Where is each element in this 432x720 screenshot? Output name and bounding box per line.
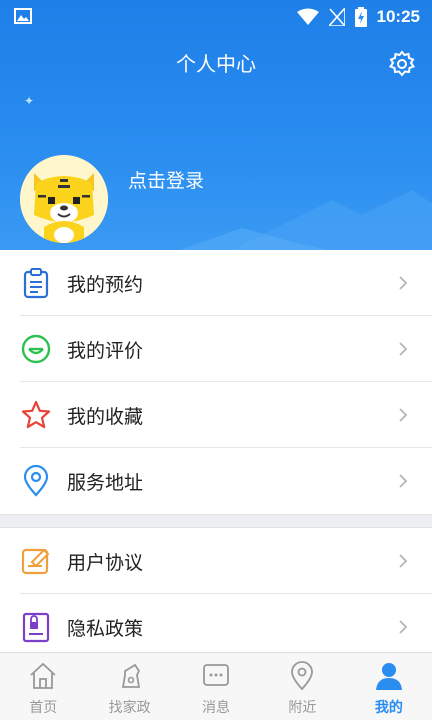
bottom-tab-bar: 首页 找家政 消息 附近 我的: [0, 652, 432, 720]
menu-label: 用户协议: [67, 551, 144, 574]
profile-header: ✦ 10:25 个人中心 点击登录: [0, 0, 432, 250]
tab-label: 找家政: [108, 700, 151, 716]
star-icon: [21, 400, 51, 429]
location-pin-icon: [23, 465, 49, 497]
tab-label: 我的: [374, 700, 403, 716]
message-icon: [203, 664, 229, 686]
agreement-icon: [21, 548, 50, 575]
status-bar: 10:25: [0, 0, 432, 34]
menu-label: 服务地址: [67, 471, 144, 494]
menu-item-favorites[interactable]: 我的收藏: [0, 382, 432, 448]
tab-label: 消息: [202, 700, 231, 716]
no-signal-icon: [328, 8, 345, 26]
menu-item-reviews[interactable]: 我的评价: [0, 316, 432, 382]
chevron-right-icon: [399, 554, 408, 568]
tab-nearby[interactable]: 附近: [259, 653, 345, 720]
menu-label: 我的预约: [67, 273, 144, 296]
avatar[interactable]: [20, 155, 108, 243]
image-notification-icon: [14, 8, 32, 24]
page-title: 个人中心: [176, 52, 256, 76]
tab-home[interactable]: 首页: [0, 653, 86, 720]
battery-charging-icon: [354, 7, 367, 27]
clipboard-icon: [23, 268, 49, 299]
section-gap: [0, 514, 432, 528]
mountain-decoration-2: [180, 228, 328, 250]
tiger-avatar-icon: [20, 155, 108, 243]
menu-item-appointments[interactable]: 我的预约: [0, 250, 432, 316]
privacy-icon: [22, 612, 50, 643]
tab-messages[interactable]: 消息: [173, 653, 259, 720]
chevron-right-icon: [399, 474, 408, 488]
menu-list: 我的预约 我的评价 我的收藏 服务地址 用户协议 隐私政策: [0, 250, 432, 660]
housekeeping-icon: [121, 663, 140, 688]
smile-icon: [21, 334, 51, 364]
home-icon: [30, 662, 56, 689]
menu-label: 隐私政策: [67, 617, 144, 640]
nearby-icon: [291, 661, 314, 691]
tab-label: 首页: [29, 700, 58, 716]
menu-item-user-agreement[interactable]: 用户协议: [0, 528, 432, 594]
chevron-right-icon: [399, 276, 408, 290]
status-time: 10:25: [376, 7, 420, 26]
tab-label: 附近: [288, 700, 317, 716]
login-link[interactable]: 点击登录: [128, 166, 204, 193]
menu-item-service-address[interactable]: 服务地址: [0, 448, 432, 514]
menu-label: 我的收藏: [67, 405, 144, 428]
sparkle-decoration: ✦: [24, 94, 35, 108]
menu-label: 我的评价: [67, 339, 144, 362]
tab-profile[interactable]: 我的: [346, 653, 432, 720]
profile-icon: [375, 663, 402, 690]
wifi-icon: [296, 8, 319, 25]
menu-item-privacy-policy[interactable]: 隐私政策: [0, 594, 432, 660]
chevron-right-icon: [399, 620, 408, 634]
chevron-right-icon: [399, 342, 408, 356]
chevron-right-icon: [399, 408, 408, 422]
tab-housekeeping[interactable]: 找家政: [86, 653, 172, 720]
gear-icon[interactable]: [388, 50, 416, 78]
